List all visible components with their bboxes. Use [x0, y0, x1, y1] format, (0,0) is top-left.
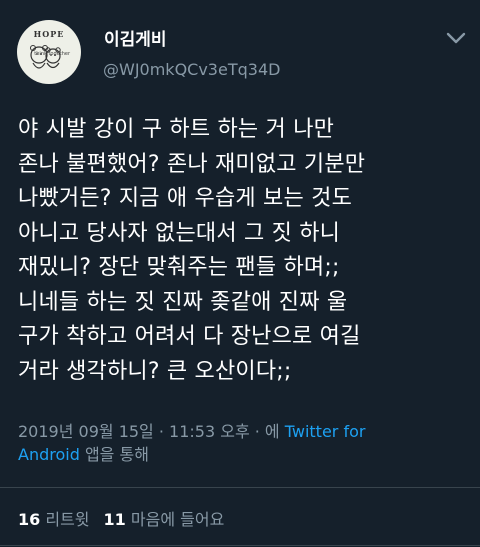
retweets-stat[interactable]: 16 리트윗: [18, 510, 90, 529]
retweets-count: 16: [18, 510, 41, 529]
tweet-line: 재밌니? 장단 맞춰주는 팬들 하며;;: [18, 255, 340, 280]
retweets-label: 리트윗: [45, 510, 90, 529]
timestamp[interactable]: 2019년 09월 15일 · 11:53 오후 · 에: [18, 422, 285, 441]
tweet-meta: 2019년 09월 15일 · 11:53 오후 · 에 Twitter for…: [18, 420, 468, 466]
client-link-line2: Android: [18, 445, 80, 464]
tweet-header: HOPE think together 이김게비 @WJ0mkQCv3eTq34…: [0, 0, 480, 100]
tweet-line: 존나 불편했어? 존나 재미없고 기분만: [18, 151, 366, 177]
tweet-line: 구가 착하고 어려서 다 장난으로 여길: [18, 324, 361, 349]
user-handle[interactable]: @WJ0mkQCv3eTq34D: [103, 60, 280, 79]
chevron-down-icon[interactable]: [446, 30, 466, 44]
tweet-text: 야 시발 강이 구 하트 하는 거 나만존나 불편했어? 존나 재미없고 기분만…: [18, 113, 468, 389]
avatar-illustration: think together: [26, 41, 72, 75]
tweet-stats: 16 리트윗 11 마음에 들어요: [18, 506, 224, 530]
client-suffix: 앱을 통해: [79, 445, 149, 464]
avatar[interactable]: HOPE think together: [17, 20, 81, 84]
divider: [0, 487, 480, 488]
client-link-line1: Twitter for: [284, 422, 366, 441]
tweet-line: 야 시발 강이 구 하트 하는 거 나만: [18, 117, 335, 142]
tweet-line: 거라 생각하니? 큰 오산이다;;: [18, 358, 292, 384]
avatar-subtext: think together: [34, 51, 70, 57]
likes-count: 11: [103, 510, 126, 529]
likes-label: 마음에 들어요: [130, 510, 225, 529]
divider: [0, 545, 480, 546]
tweet-line: 니네들 하는 짓 진짜 좆같애 진짜 울: [18, 289, 348, 315]
display-name[interactable]: 이김게비: [104, 25, 167, 50]
tweet-line: 아니고 당사자 없는대서 그 짓 하니: [18, 220, 341, 246]
tweet-line: 나빴거든? 지금 애 우습게 보는 것도: [18, 186, 353, 211]
likes-stat[interactable]: 11 마음에 들어요: [104, 510, 225, 529]
avatar-logo-text: HOPE: [33, 29, 65, 39]
